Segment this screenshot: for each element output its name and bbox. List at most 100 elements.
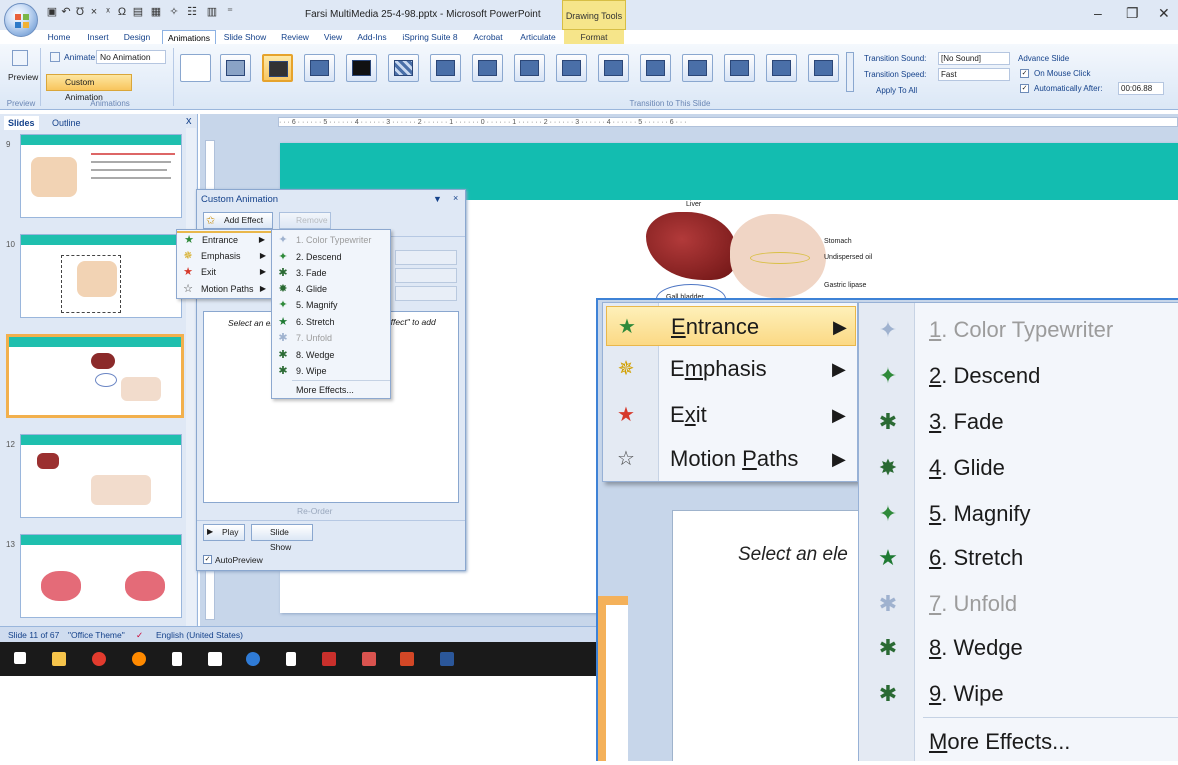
transition-split[interactable] xyxy=(598,54,629,82)
tab-review[interactable]: Review xyxy=(276,30,314,44)
tab-acrobat[interactable]: Acrobat xyxy=(468,30,508,44)
auto-after-spinner[interactable]: 00:06.88 xyxy=(1118,82,1164,95)
language[interactable]: English (United States) xyxy=(156,627,243,643)
slide-thumbnail[interactable] xyxy=(20,134,182,218)
property-dropdown[interactable] xyxy=(395,268,457,283)
app-icon[interactable] xyxy=(362,652,376,666)
slide-thumbnail-selected[interactable] xyxy=(6,334,184,418)
entrance-stretch[interactable]: ★ 6. Stretch xyxy=(859,535,1178,581)
menu-entrance[interactable]: ★ Entrance ▶ xyxy=(177,231,271,246)
preview-button[interactable]: Preview xyxy=(8,72,38,82)
spellcheck-icon[interactable]: ✓ xyxy=(136,627,143,643)
transition-cut[interactable] xyxy=(304,54,335,82)
shape-icon[interactable]: ✧ xyxy=(168,6,180,18)
mic-icon[interactable] xyxy=(286,652,296,666)
word-taskbar-icon[interactable] xyxy=(440,652,454,666)
transition-dissolve[interactable] xyxy=(388,54,419,82)
zoom-menu-exit[interactable]: ★ Exit ▶ xyxy=(606,395,856,435)
more-effects[interactable]: More Effects... xyxy=(859,719,1178,765)
tab-animations[interactable]: Animations xyxy=(162,30,216,44)
entrance-wedge[interactable]: ✱ 8. Wedge xyxy=(859,625,1178,671)
tab-articulate[interactable]: Articulate xyxy=(514,30,562,44)
subscript-icon[interactable]: × xyxy=(88,6,100,18)
speed-dropdown[interactable] xyxy=(395,286,457,301)
file-explorer-icon[interactable] xyxy=(52,652,66,666)
store-icon[interactable] xyxy=(208,652,222,666)
entrance-fade[interactable]: ✱ 3. Fade xyxy=(859,399,1178,445)
customize-qa-icon[interactable]: ⁼ xyxy=(224,6,236,18)
symbol-icon[interactable]: Ω xyxy=(116,6,128,18)
pane-options-icon[interactable]: ▼ xyxy=(433,194,442,204)
transition-wipe-left[interactable] xyxy=(472,54,503,82)
zoom-menu-emphasis[interactable]: ✵ Emphasis ▶ xyxy=(606,349,856,389)
entrance-color-typewriter[interactable]: ✦ 1. Color Typewriter xyxy=(859,307,1178,353)
entrance-magnify[interactable]: ✦ 5. Magnify xyxy=(859,491,1178,537)
arrange-icon[interactable]: ☷ xyxy=(186,6,198,18)
save-icon[interactable]: ▣ xyxy=(46,6,58,18)
entrance-descend[interactable]: ✦ 2. Descend xyxy=(859,353,1178,399)
transition-push-down[interactable] xyxy=(640,54,671,82)
tab-ispring[interactable]: iSpring Suite 8 xyxy=(398,30,462,44)
tab-home[interactable]: Home xyxy=(44,30,74,44)
tab-insert[interactable]: Insert xyxy=(82,30,114,44)
zoom-menu-motion-paths[interactable]: ☆ Motion Paths ▶ xyxy=(606,439,856,479)
tab-design[interactable]: Design xyxy=(120,30,154,44)
transition-fade-smoothly[interactable] xyxy=(220,54,251,82)
entrance-glide[interactable]: ✸ 4. Glide xyxy=(859,445,1178,491)
apply-to-all-button[interactable]: Apply To All xyxy=(876,86,917,95)
table-icon[interactable]: ▥ xyxy=(206,6,218,18)
office-button[interactable] xyxy=(4,3,38,37)
color-icon[interactable]: ▦ xyxy=(150,6,162,18)
on-mouse-click-checkbox[interactable]: ✓ xyxy=(1020,69,1029,78)
autopreview-checkbox[interactable]: ✓ xyxy=(203,555,212,564)
layout-icon[interactable]: ▤ xyxy=(132,6,144,18)
remove-button[interactable]: Remove xyxy=(279,212,331,229)
transition-push-left[interactable] xyxy=(682,54,713,82)
restore-button[interactable]: ❐ xyxy=(1126,5,1139,22)
close-pane-icon[interactable]: x xyxy=(186,115,192,127)
preview-icon[interactable] xyxy=(12,50,28,66)
format-icon[interactable]: Ʊ xyxy=(74,6,86,18)
gallery-scroll[interactable] xyxy=(846,52,854,92)
close-button[interactable]: ✕ xyxy=(1158,5,1170,22)
pane-close-icon[interactable]: × xyxy=(453,193,458,203)
entrance-wipe[interactable]: ✱ 9. Wipe xyxy=(859,671,1178,717)
transition-wipe-down[interactable] xyxy=(430,54,461,82)
animate-dropdown[interactable]: No Animation xyxy=(96,50,166,64)
transition-cover[interactable] xyxy=(808,54,839,82)
chrome-icon[interactable] xyxy=(92,652,106,666)
transition-speed-dropdown[interactable]: Fast xyxy=(938,68,1010,81)
transition-push-right[interactable] xyxy=(724,54,755,82)
tab-add-ins[interactable]: Add-Ins xyxy=(354,30,390,44)
slide-thumbnail[interactable] xyxy=(20,434,182,518)
slide-thumbnail[interactable] xyxy=(20,534,182,618)
tab-slide-show[interactable]: Slide Show xyxy=(222,30,268,44)
transition-wipe-right[interactable] xyxy=(514,54,545,82)
entrance-unfold[interactable]: ✱ 7. Unfold xyxy=(859,581,1178,627)
slide-thumbnail[interactable] xyxy=(20,234,182,318)
transition-cut-black[interactable] xyxy=(346,54,377,82)
start-dropdown[interactable] xyxy=(395,250,457,265)
auto-after-checkbox[interactable]: ✓ xyxy=(1020,84,1029,93)
transition-fade-through-black[interactable] xyxy=(262,54,293,82)
start-icon[interactable] xyxy=(14,652,26,664)
undo-icon[interactable]: ↶ xyxy=(60,6,72,18)
transition-push-up[interactable] xyxy=(766,54,797,82)
outline-tab[interactable]: Outline xyxy=(48,116,85,130)
document-icon[interactable] xyxy=(172,652,182,666)
tab-format[interactable]: Format xyxy=(564,30,624,44)
reorder-button[interactable]: Re-Order xyxy=(297,506,332,516)
transition-sound-dropdown[interactable]: [No Sound] xyxy=(938,52,1010,65)
slides-tab[interactable]: Slides xyxy=(4,116,39,130)
superscript-icon[interactable]: ˣ xyxy=(102,6,114,18)
custom-animation-button[interactable]: Custom Animation xyxy=(46,74,132,102)
minimize-button[interactable]: – xyxy=(1094,5,1102,21)
powerpoint-taskbar-icon[interactable] xyxy=(400,652,414,666)
tab-view[interactable]: View xyxy=(320,30,346,44)
edge-icon[interactable] xyxy=(246,652,260,666)
transition-none[interactable] xyxy=(180,54,211,82)
spss-icon[interactable] xyxy=(322,652,336,666)
slides-scrollbar[interactable] xyxy=(186,128,196,626)
firefox-icon[interactable] xyxy=(132,652,146,666)
transition-wipe-up[interactable] xyxy=(556,54,587,82)
